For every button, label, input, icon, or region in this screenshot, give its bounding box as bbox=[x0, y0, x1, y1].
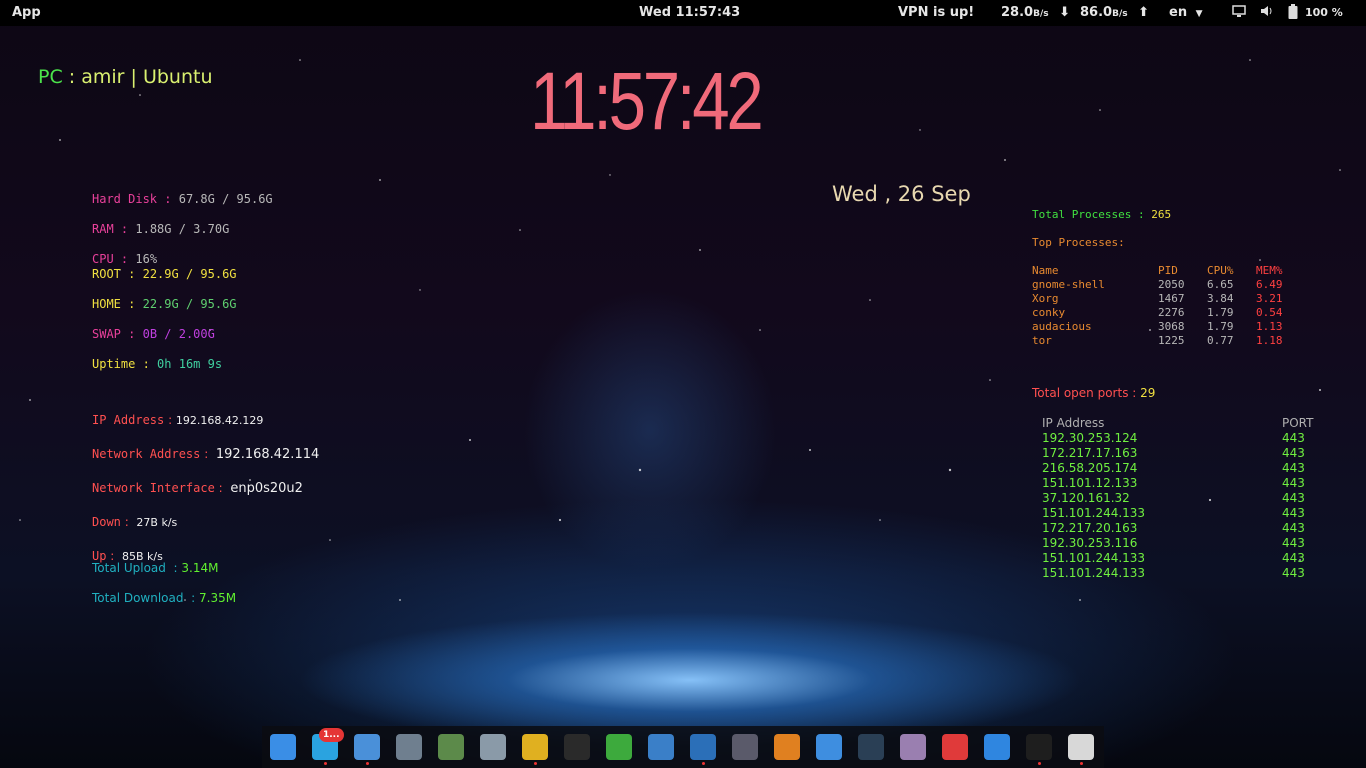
language-indicator[interactable]: en ▼ bbox=[1169, 5, 1203, 20]
network-icon[interactable] bbox=[1232, 4, 1246, 22]
ports-table: IP Address PORT 192.30.253.124 443 172.217.1… bbox=[1032, 416, 1322, 581]
process-header: CPU% bbox=[1207, 264, 1234, 277]
dock bbox=[262, 726, 1104, 768]
process-cell: 6.49 bbox=[1256, 278, 1283, 291]
tool-app-icon[interactable] bbox=[942, 734, 968, 760]
vpn-indicator[interactable]: VPN is up! bbox=[898, 5, 974, 20]
libreoffice-calc-icon[interactable] bbox=[606, 734, 632, 760]
process-cell: 1.13 bbox=[1256, 320, 1283, 333]
running-indicator bbox=[534, 762, 537, 765]
port-ip-cell: 151.101.244.133 bbox=[1042, 551, 1146, 565]
process-header: MEM% bbox=[1256, 264, 1283, 277]
running-indicator bbox=[702, 762, 705, 765]
process-info: Total Processes : 265 Top Processes: Nam… bbox=[1032, 194, 1292, 362]
process-header: Name bbox=[1032, 264, 1059, 277]
video-player-icon[interactable] bbox=[984, 734, 1010, 760]
port-number-cell: 443 bbox=[1282, 536, 1305, 550]
process-cell: 1467 bbox=[1158, 292, 1185, 305]
port-ip-cell: 192.30.253.116 bbox=[1042, 536, 1138, 550]
chrome-icon[interactable] bbox=[522, 734, 548, 760]
ports-info: Total open ports : 29 IP Address PORT 192.… bbox=[1032, 371, 1322, 596]
port-ip-cell: 151.101.244.133 bbox=[1042, 566, 1146, 580]
process-cell: 3068 bbox=[1158, 320, 1185, 333]
process-cell: 0.77 bbox=[1207, 334, 1234, 347]
port-number-cell: 443 bbox=[1282, 491, 1305, 505]
port-number-cell: 443 bbox=[1282, 476, 1305, 490]
process-cell: 3.21 bbox=[1256, 292, 1283, 305]
files-icon[interactable] bbox=[354, 734, 380, 760]
process-header: PID bbox=[1158, 264, 1178, 277]
process-cell: audacious bbox=[1032, 320, 1092, 333]
port-number-cell: 443 bbox=[1282, 521, 1305, 535]
port-ip-cell: 216.58.205.174 bbox=[1042, 461, 1138, 475]
port-number-cell: 443 bbox=[1282, 506, 1305, 520]
vscode-icon[interactable] bbox=[690, 734, 716, 760]
process-table: Name PID CPU% MEM% gnome-shell 2050 6.65 6.49 Xo… bbox=[1032, 264, 1292, 348]
up-arrow-icon: ⬆ bbox=[1138, 5, 1150, 20]
process-cell: Xorg bbox=[1032, 292, 1059, 305]
process-cell: 3.84 bbox=[1207, 292, 1234, 305]
ports-header-port: PORT bbox=[1282, 416, 1314, 430]
process-cell: gnome-shell bbox=[1032, 278, 1105, 291]
inkscape-icon[interactable] bbox=[564, 734, 590, 760]
webcam-icon[interactable] bbox=[396, 734, 422, 760]
process-cell: 1.18 bbox=[1256, 334, 1283, 347]
battery-icon[interactable] bbox=[1288, 4, 1298, 24]
notification-badge: 1... bbox=[319, 728, 344, 742]
desktop-clock: 11:57:42 bbox=[530, 56, 764, 147]
pc-label: PC : amir | Ubuntu bbox=[38, 66, 213, 88]
battery-percent: 100 % bbox=[1305, 6, 1343, 19]
port-number-cell: 443 bbox=[1282, 566, 1305, 580]
port-ip-cell: 172.217.17.163 bbox=[1042, 446, 1138, 460]
process-cell: 0.54 bbox=[1256, 306, 1283, 319]
net-up-speed[interactable]: 86.0B/s ⬆ bbox=[1080, 5, 1149, 20]
calculator-icon[interactable] bbox=[438, 734, 464, 760]
port-number-cell: 443 bbox=[1282, 446, 1305, 460]
port-ip-cell: 172.217.20.163 bbox=[1042, 521, 1138, 535]
terminal-icon[interactable] bbox=[1026, 734, 1052, 760]
volume-icon[interactable] bbox=[1259, 4, 1273, 22]
process-cell: 6.65 bbox=[1207, 278, 1234, 291]
desktop-date: Wed , 26 Sep bbox=[832, 182, 971, 206]
process-cell: 1.79 bbox=[1207, 320, 1234, 333]
cassette-icon[interactable] bbox=[1068, 734, 1094, 760]
media-player-icon[interactable] bbox=[774, 734, 800, 760]
port-number-cell: 443 bbox=[1282, 461, 1305, 475]
running-indicator bbox=[1038, 762, 1041, 765]
port-number-cell: 443 bbox=[1282, 551, 1305, 565]
storage-info: ROOT : 22.9G / 95.6G HOME : 22.9G / 95.6… bbox=[92, 267, 237, 371]
process-cell: conky bbox=[1032, 306, 1066, 319]
software-updater-icon[interactable] bbox=[270, 734, 296, 760]
process-cell: tor bbox=[1032, 334, 1052, 347]
running-indicator bbox=[366, 762, 369, 765]
process-cell: 2050 bbox=[1158, 278, 1185, 291]
wps-icon[interactable] bbox=[732, 734, 758, 760]
panel-clock[interactable]: Wed 11:57:43 bbox=[639, 5, 740, 20]
network-totals: Total Upload : 3.14M Total Download : 7.… bbox=[92, 561, 237, 605]
port-ip-cell: 151.101.12.133 bbox=[1042, 476, 1138, 490]
process-cell: 2276 bbox=[1158, 306, 1185, 319]
steam-icon[interactable] bbox=[858, 734, 884, 760]
music-app-icon[interactable] bbox=[900, 734, 926, 760]
chevron-down-icon: ▼ bbox=[1195, 9, 1203, 19]
ports-header-ip: IP Address bbox=[1042, 416, 1105, 430]
app-menu[interactable]: App bbox=[12, 5, 41, 20]
port-ip-cell: 37.120.161.32 bbox=[1042, 491, 1130, 505]
down-arrow-icon: ⬇ bbox=[1059, 5, 1071, 20]
port-ip-cell: 192.30.253.124 bbox=[1042, 431, 1138, 445]
port-number-cell: 443 bbox=[1282, 431, 1305, 445]
cloud-app-icon[interactable] bbox=[816, 734, 842, 760]
port-ip-cell: 151.101.244.133 bbox=[1042, 506, 1146, 520]
video-editor-icon[interactable] bbox=[648, 734, 674, 760]
net-down-speed[interactable]: 28.0B/s ⬇ bbox=[1001, 5, 1070, 20]
disks-icon[interactable] bbox=[480, 734, 506, 760]
process-cell: 1.79 bbox=[1207, 306, 1234, 319]
top-panel: App Wed 11:57:43 VPN is up! 28.0B/s ⬇ 86… bbox=[0, 0, 1366, 26]
running-indicator bbox=[324, 762, 327, 765]
process-cell: 1225 bbox=[1158, 334, 1185, 347]
running-indicator bbox=[1080, 762, 1083, 765]
